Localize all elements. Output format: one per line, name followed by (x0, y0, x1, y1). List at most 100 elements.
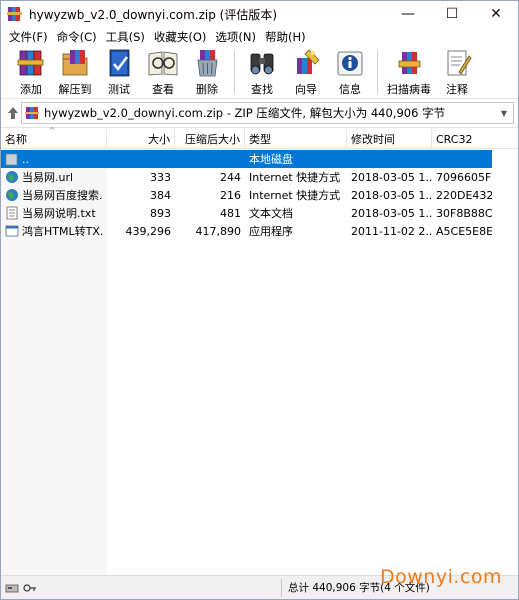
cell-modified: 2018-03-05 1... (351, 206, 432, 220)
cell-size: 893 (150, 206, 171, 220)
cell-type: 应用程序 (249, 225, 293, 238)
up-arrow-icon (8, 107, 18, 119)
delete-icon (190, 48, 224, 78)
cell-size: 333 (150, 170, 171, 184)
delete-label: 删除 (196, 83, 218, 96)
table-row[interactable]: .. 本地磁盘 (1, 150, 518, 168)
column-header-name[interactable]: 名称 ^ (1, 126, 107, 149)
cell-name: 当易网.url (1, 168, 107, 186)
address-bar: hywyzwb_v2.0_downyi.com.zip - ZIP 压缩文件, … (1, 98, 518, 128)
toolbar: 添加 解压到 测试 查看 删除 查找 向导 信息 扫描病毒 注释 (1, 46, 518, 98)
add-archive-icon (14, 48, 48, 78)
menu-favorites[interactable]: 收藏夹(O) (150, 29, 211, 45)
delete-button[interactable]: 删除 (185, 46, 229, 98)
cell-packed-size: 244 (220, 170, 241, 184)
window-title: hywyzwb_v2.0_downyi.com.zip (评估版本) (29, 7, 278, 22)
virus-scan-icon (392, 48, 426, 78)
key-icon (23, 582, 37, 594)
wizard-button[interactable]: 向导 (284, 46, 328, 98)
test-icon (102, 48, 136, 78)
find-button[interactable]: 查找 (240, 46, 284, 98)
cell-modified: 2018-03-05 1... (351, 188, 432, 202)
menu-file[interactable]: 文件(F) (5, 29, 52, 45)
winrar-window: hywyzwb_v2.0_downyi.com.zip (评估版本) — ☐ ✕… (0, 0, 519, 600)
comment-button[interactable]: 注释 (435, 46, 479, 98)
address-text: hywyzwb_v2.0_downyi.com.zip - ZIP 压缩文件, … (44, 106, 446, 120)
minimize-button[interactable]: — (386, 1, 430, 27)
table-row[interactable]: 当易网.url 333 244 Internet 快捷方式 2018-03-05… (1, 168, 518, 186)
wizard-label: 向导 (295, 83, 317, 96)
status-icons (5, 582, 281, 594)
menu-help[interactable]: 帮助(H) (261, 29, 310, 45)
cell-packed-size: 417,890 (195, 224, 242, 238)
cell-crc32: 30F8B88C (436, 206, 492, 220)
sort-up-icon: ^ (49, 126, 56, 135)
toolbar-separator (377, 50, 378, 94)
column-header-size[interactable]: 大小 (107, 129, 175, 149)
cell-name: 当易网说明.txt (1, 204, 107, 222)
list-header: 名称 ^ 大小 压缩后大小 类型 修改时间 CRC32 (1, 126, 518, 149)
cell-modified (347, 150, 432, 168)
cell-modified: 2011-11-02 2... (351, 224, 432, 238)
toolbar-overflow[interactable] (479, 46, 493, 98)
extract-button[interactable]: 解压到 (53, 46, 97, 98)
cell-name: 当易网百度搜索... (1, 186, 107, 204)
cell-packed-size: 481 (220, 206, 241, 220)
cell-packed-size: 216 (220, 188, 241, 202)
find-icon (245, 48, 279, 78)
text-file-icon (5, 206, 19, 220)
table-row[interactable]: 鸿言HTML转TX... 439,296 417,890 应用程序 2011-1… (1, 222, 518, 240)
application-icon (5, 224, 19, 238)
cell-crc32 (432, 150, 492, 168)
overflow-icon (479, 48, 493, 78)
cell-size: 439,296 (125, 224, 172, 238)
cell-type: 本地磁盘 (245, 150, 347, 168)
cell-type: Internet 快捷方式 (249, 189, 341, 202)
menu-bar: 文件(F) 命令(C) 工具(S) 收藏夹(O) 选项(N) 帮助(H) (1, 27, 518, 46)
column-header-packed-size[interactable]: 压缩后大小 (175, 129, 245, 149)
info-icon (333, 48, 367, 78)
cell-crc32: 7096605F (436, 170, 492, 184)
column-header-crc32[interactable]: CRC32 (432, 129, 492, 149)
table-row[interactable]: 当易网百度搜索... 384 216 Internet 快捷方式 2018-03… (1, 186, 518, 204)
add-button[interactable]: 添加 (9, 46, 53, 98)
column-header-modified[interactable]: 修改时间 (347, 129, 432, 149)
wizard-icon (289, 48, 323, 78)
file-list: 名称 ^ 大小 压缩后大小 类型 修改时间 CRC32 .. 本地磁盘 当易网.… (1, 126, 518, 575)
add-label: 添加 (20, 83, 42, 96)
view-button[interactable]: 查看 (141, 46, 185, 98)
view-label: 查看 (152, 83, 174, 96)
cell-size (107, 150, 175, 168)
menu-commands[interactable]: 命令(C) (53, 29, 101, 45)
column-header-type[interactable]: 类型 (245, 129, 347, 149)
close-button[interactable]: ✕ (474, 1, 518, 27)
zip-archive-icon (25, 106, 39, 120)
internet-shortcut-icon (5, 170, 19, 184)
cell-crc32: A5CE5E8E (436, 224, 492, 238)
table-row[interactable]: 当易网说明.txt 893 481 文本文档 2018-03-05 1... 3… (1, 204, 518, 222)
cell-type: Internet 快捷方式 (249, 171, 341, 184)
file-rows: .. 本地磁盘 当易网.url 333 244 Internet 快捷方式 20… (1, 150, 518, 240)
cell-crc32: 220DE432 (436, 188, 492, 202)
watermark: Downyi.com (380, 566, 502, 588)
toolbar-separator (234, 50, 235, 94)
cell-packed-size (175, 150, 245, 168)
menu-options[interactable]: 选项(N) (211, 29, 260, 45)
up-level-button[interactable] (5, 103, 21, 123)
cell-modified: 2018-03-05 1... (351, 170, 432, 184)
virus-scan-button[interactable]: 扫描病毒 (383, 46, 435, 98)
test-button[interactable]: 测试 (97, 46, 141, 98)
maximize-button[interactable]: ☐ (430, 1, 474, 27)
chevron-down-icon[interactable]: ▼ (497, 103, 511, 123)
info-button[interactable]: 信息 (328, 46, 372, 98)
find-label: 查找 (251, 83, 273, 96)
extract-icon (58, 48, 92, 78)
cell-name: .. (1, 150, 107, 168)
title-bar: hywyzwb_v2.0_downyi.com.zip (评估版本) — ☐ ✕ (1, 1, 518, 27)
internet-shortcut-icon (5, 188, 19, 202)
address-field[interactable]: hywyzwb_v2.0_downyi.com.zip - ZIP 压缩文件, … (21, 102, 514, 124)
virus-scan-label: 扫描病毒 (387, 83, 431, 96)
comment-icon (440, 48, 474, 78)
cell-type: 文本文档 (249, 207, 293, 220)
menu-tools[interactable]: 工具(S) (102, 29, 149, 45)
